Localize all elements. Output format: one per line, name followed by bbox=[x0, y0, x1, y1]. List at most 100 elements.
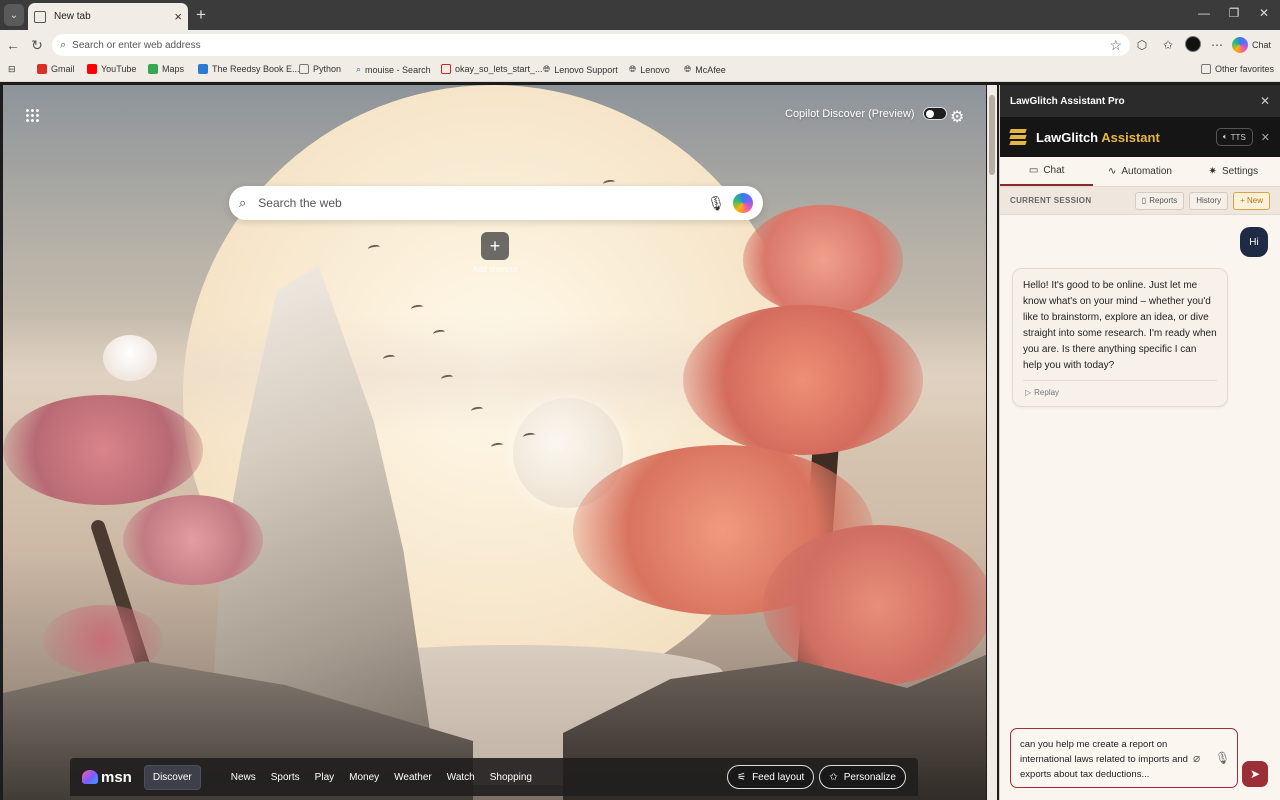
copilot-discover-toggle[interactable] bbox=[922, 107, 947, 120]
assistant-header: LawGlitch Assistant 🔈︎ TTS ✕ bbox=[1000, 117, 1280, 157]
bookmark-python-folder[interactable]: Python bbox=[299, 64, 341, 74]
bookmark-maps[interactable]: Maps bbox=[148, 64, 184, 74]
search-icon: ⌕ bbox=[60, 38, 67, 51]
navigation-bar: ← ↻ ⌕ Search or enter web address ☆ ⬡ ✩ … bbox=[0, 30, 1280, 60]
assistant-tabs: ▭ Chat ∿ Automation ✷ Settings bbox=[1000, 157, 1280, 187]
copilot-icon[interactable] bbox=[733, 193, 753, 213]
copilot-discover-label: Copilot Discover (Preview) bbox=[785, 107, 915, 120]
bookmark-reedsy[interactable]: The Reedsy Book E... bbox=[198, 64, 300, 74]
favorites-icon[interactable]: ✩ bbox=[1160, 37, 1176, 53]
address-input[interactable]: Search or enter web address bbox=[72, 40, 1109, 51]
copilot-icon bbox=[1232, 37, 1248, 53]
tab-actions-chevron-icon[interactable]: ⌄ bbox=[4, 4, 24, 26]
close-window-icon[interactable]: ✕ bbox=[1254, 6, 1274, 20]
microphone-icon[interactable]: 🎙︎ bbox=[707, 195, 725, 212]
youtube-icon bbox=[87, 64, 97, 74]
new-session-button[interactable]: + New bbox=[1233, 191, 1270, 210]
bookmark-youtube[interactable]: YouTube bbox=[87, 64, 136, 74]
web-search-box[interactable]: ⌕ 🎙︎ bbox=[229, 186, 763, 220]
assistant-message-text: Hello! It's good to be online. Just let … bbox=[1023, 280, 1217, 371]
msn-tab-watch[interactable]: Watch bbox=[447, 766, 475, 789]
bookmark-gmail[interactable]: Gmail bbox=[37, 64, 75, 74]
folder-icon bbox=[1201, 64, 1211, 74]
minimize-icon[interactable]: — bbox=[1194, 6, 1214, 20]
globe-icon: 🌐︎ bbox=[629, 64, 637, 74]
msn-tab-money[interactable]: Money bbox=[349, 766, 379, 789]
feed-layout-button[interactable]: ⚟ Feed layout bbox=[727, 765, 815, 789]
page-scrollbar[interactable] bbox=[987, 85, 997, 800]
title-bar: ⌄ New tab × + — ❐ ✕ bbox=[0, 0, 1280, 30]
background-cloud bbox=[103, 335, 157, 381]
microphone-icon[interactable]: 🎙︎ bbox=[1215, 751, 1230, 765]
web-search-input[interactable] bbox=[258, 196, 708, 210]
tab-automation[interactable]: ∿ Automation bbox=[1093, 157, 1186, 186]
message-composer[interactable]: can you help me create a report on inter… bbox=[1010, 728, 1238, 788]
globe-icon: 🌐︎ bbox=[684, 64, 692, 74]
back-arrow-icon[interactable]: ← bbox=[4, 36, 22, 54]
personalize-button[interactable]: ✩ Personalize bbox=[819, 765, 906, 789]
session-label: CURRENT SESSION bbox=[1010, 196, 1092, 205]
paperclip-icon[interactable]: ⌀ bbox=[1193, 751, 1200, 765]
new-tab-button[interactable]: + bbox=[192, 5, 210, 25]
msn-tab-play[interactable]: Play bbox=[315, 766, 334, 789]
apps-grid-icon[interactable] bbox=[25, 108, 39, 122]
address-bar[interactable]: ⌕ Search or enter web address ☆ bbox=[52, 34, 1130, 56]
tab-settings[interactable]: ✷ Settings bbox=[1187, 157, 1280, 186]
profile-avatar[interactable] bbox=[1185, 36, 1201, 52]
document-icon: ▯ bbox=[1141, 196, 1147, 205]
tab-new-tab[interactable]: New tab × bbox=[28, 3, 188, 30]
page-settings-gear-icon[interactable]: ⚙ bbox=[950, 107, 964, 127]
msn-tab-discover[interactable]: Discover bbox=[143, 764, 201, 790]
bookmark-lenovo-support[interactable]: 🌐︎ Lenovo Support bbox=[543, 64, 618, 75]
other-favorites[interactable]: Other favorites bbox=[1201, 64, 1274, 74]
sliders-icon: ⚟ bbox=[737, 771, 747, 783]
copilot-chat-button[interactable]: Chat bbox=[1232, 36, 1271, 54]
search-icon: ⌕ bbox=[239, 195, 247, 210]
folder-icon bbox=[299, 64, 309, 74]
send-button[interactable]: ➤ bbox=[1242, 761, 1268, 787]
reading-mode-icon[interactable]: ⊟ bbox=[8, 64, 16, 75]
copilot-discover-toggle-row: Copilot Discover (Preview) bbox=[785, 107, 947, 120]
msn-tab-weather[interactable]: Weather bbox=[394, 766, 432, 789]
msn-tab-news[interactable]: News bbox=[231, 766, 256, 789]
composer-input[interactable]: can you help me create a report on inter… bbox=[1020, 737, 1190, 782]
new-tab-page: Copilot Discover (Preview) ⚙ ⌕ 🎙︎ + Add … bbox=[3, 85, 986, 800]
replay-button[interactable]: ▷ Replay bbox=[1023, 385, 1217, 400]
tree-blossom bbox=[683, 305, 923, 455]
close-panel-icon[interactable]: ✕ bbox=[1260, 94, 1270, 108]
message-list[interactable]: Hi Hello! It's good to be online. Just l… bbox=[1000, 215, 1280, 723]
msn-logo[interactable]: msn bbox=[82, 769, 132, 786]
refresh-icon[interactable]: ↻ bbox=[28, 36, 46, 54]
layers-logo-icon bbox=[1009, 129, 1028, 145]
tree-blossom bbox=[743, 205, 903, 315]
tree-blossom bbox=[3, 395, 203, 505]
close-assistant-icon[interactable]: ✕ bbox=[1261, 131, 1270, 144]
reports-button[interactable]: ▯ Reports bbox=[1134, 191, 1185, 210]
close-tab-icon[interactable]: × bbox=[174, 10, 182, 23]
more-options-icon[interactable]: ⋯ bbox=[1209, 37, 1225, 53]
tab-chat[interactable]: ▭ Chat bbox=[1000, 157, 1094, 186]
bookmark-mouise-search[interactable]: ⌕ mouise - Search bbox=[356, 64, 431, 75]
bookmark-mcafee[interactable]: 🌐︎ McAfee bbox=[684, 64, 726, 75]
gear-icon: ✷ bbox=[1208, 166, 1217, 177]
bookmark-pdf[interactable]: okay_so_lets_start_... bbox=[441, 64, 543, 74]
favorite-star-icon[interactable]: ☆ bbox=[1109, 37, 1122, 54]
add-shortcut-button[interactable]: + bbox=[481, 232, 509, 260]
msn-feed-bar: msn Discover News Sports Play Money Weat… bbox=[70, 758, 918, 796]
msn-tab-sports[interactable]: Sports bbox=[271, 766, 300, 789]
msn-tab-shopping[interactable]: Shopping bbox=[490, 766, 532, 789]
reedsy-icon bbox=[198, 64, 208, 74]
message-divider bbox=[1023, 380, 1217, 381]
gmail-icon bbox=[37, 64, 47, 74]
tts-button[interactable]: 🔈︎ TTS bbox=[1215, 128, 1253, 146]
bookmark-lenovo[interactable]: 🌐︎ Lenovo bbox=[629, 64, 670, 75]
speaker-icon: 🔈︎ bbox=[1222, 132, 1228, 141]
chat-label: Chat bbox=[1252, 40, 1272, 50]
side-panel-title: LawGlitch Assistant Pro bbox=[1010, 95, 1125, 107]
extensions-icon[interactable]: ⬡ bbox=[1134, 37, 1150, 53]
assistant-message: Hello! It's good to be online. Just let … bbox=[1012, 268, 1228, 407]
history-button[interactable]: History bbox=[1189, 191, 1229, 210]
scroll-thumb[interactable] bbox=[989, 95, 995, 175]
side-panel-header: LawGlitch Assistant Pro ✕ bbox=[1000, 85, 1280, 117]
restore-icon[interactable]: ❐ bbox=[1224, 6, 1244, 20]
